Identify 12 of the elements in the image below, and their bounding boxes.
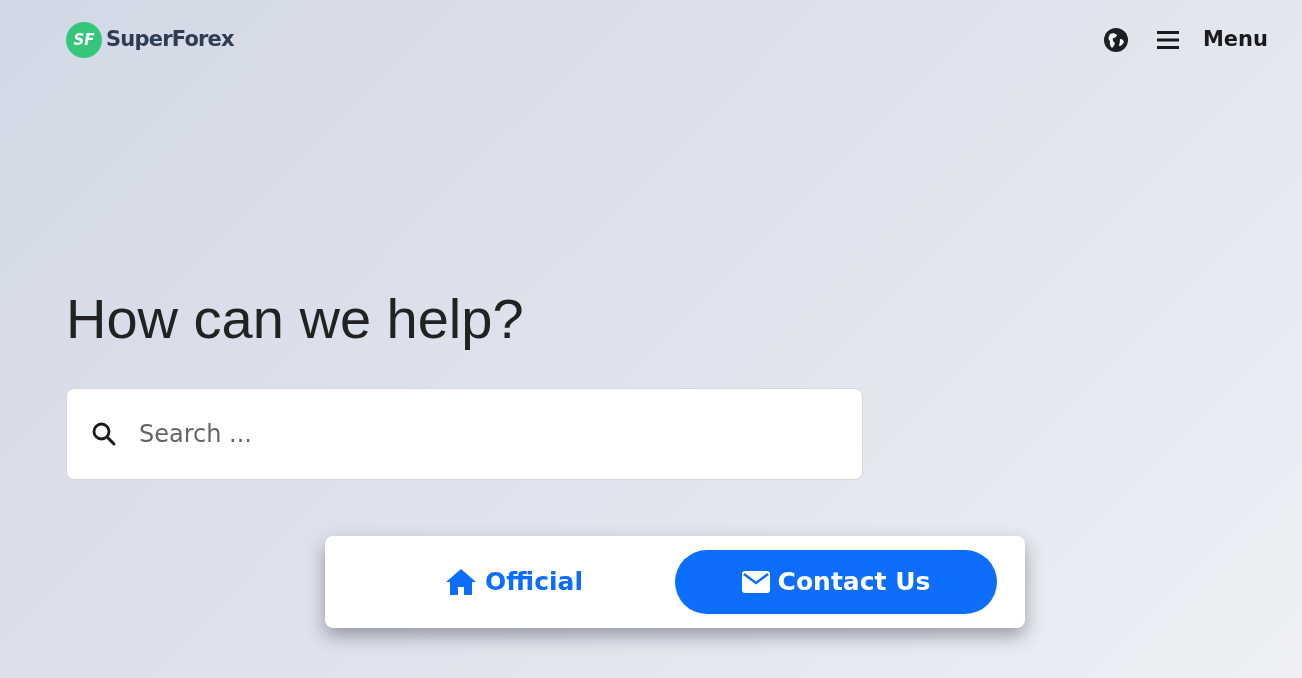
globe-icon[interactable] <box>1102 27 1129 53</box>
house-icon <box>445 567 477 596</box>
menu-button[interactable]: Menu <box>1156 24 1268 56</box>
menu-icon <box>1156 30 1179 50</box>
search-field[interactable]: Search ... <box>117 414 838 453</box>
contact-button[interactable]: Contact Us <box>675 549 997 614</box>
search-box[interactable]: Search ... <box>66 387 863 480</box>
logo-text[interactable]: SuperForex <box>106 24 234 56</box>
search-icon <box>91 420 117 447</box>
envelope-icon <box>741 570 770 593</box>
page-heading: How can we help? <box>66 288 525 350</box>
official-link[interactable]: Official <box>353 549 675 614</box>
